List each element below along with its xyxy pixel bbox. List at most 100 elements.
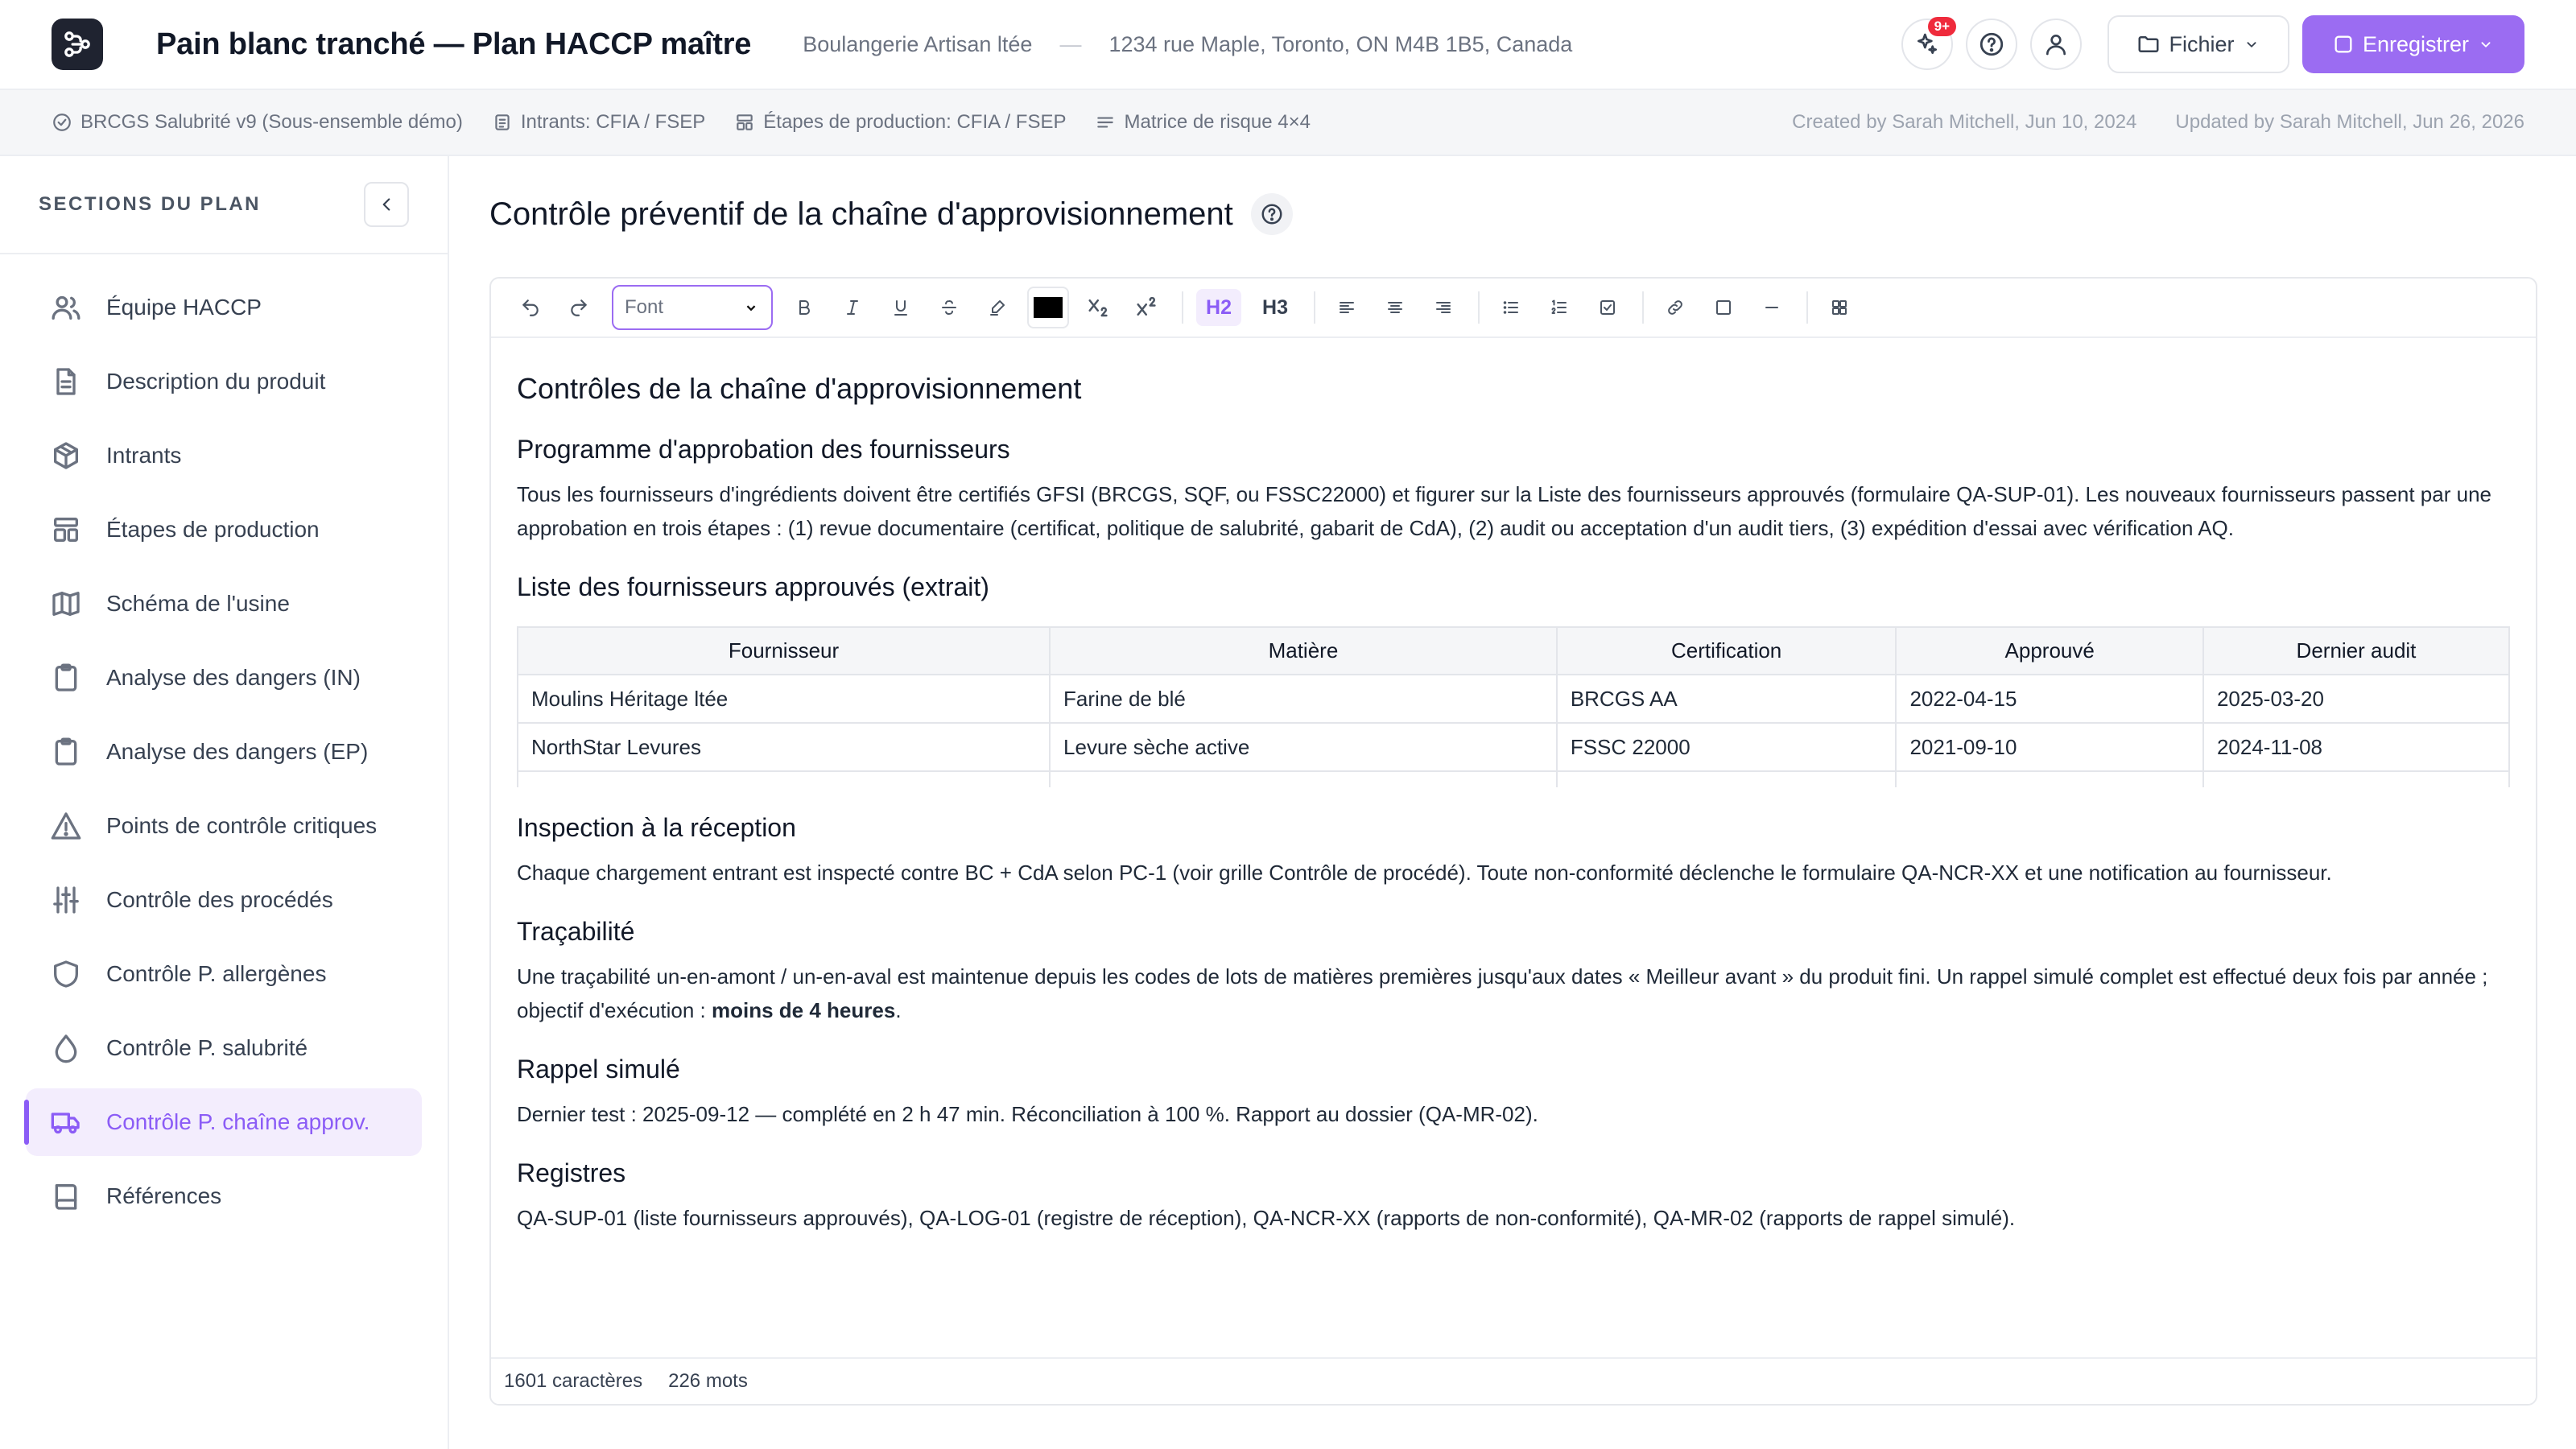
- sidebar-item-controle-procedes[interactable]: Contrôle des procédés: [26, 866, 422, 934]
- align-center-button[interactable]: [1377, 289, 1414, 326]
- toolbar-divider: [1314, 291, 1315, 324]
- doc-subheading-supplier-approval: Programme d'approbation des fournisseurs: [517, 435, 1010, 464]
- sidebar-item-analyse-dangers-in[interactable]: Analyse des dangers (IN): [26, 644, 422, 712]
- box-button[interactable]: [1705, 289, 1742, 326]
- italic-button[interactable]: [834, 289, 871, 326]
- meta-inputs-label: Intrants: CFIA / FSEP: [520, 111, 706, 133]
- bullet-list-button[interactable]: [1492, 289, 1530, 326]
- horizontal-rule-button[interactable]: [1753, 289, 1790, 326]
- traceability-target: moins de 4 heures: [712, 998, 896, 1022]
- bold-icon: [799, 300, 810, 315]
- app-header: Pain blanc tranché — Plan HACCP maître B…: [0, 0, 2576, 90]
- updated-info: Updated by Sarah Mitchell, Jun 26, 2026: [2175, 111, 2524, 133]
- table-cell: FSSC 22000: [1556, 723, 1897, 772]
- section-title: Contrôle préventif de la chaîne d'approv…: [489, 196, 1233, 232]
- package-icon: [54, 442, 79, 469]
- sidebar-item-label: Analyse des dangers (IN): [106, 665, 361, 690]
- link-icon: [1668, 300, 1682, 315]
- editor-content[interactable]: Contrôles de la chaîne d'approvisionneme…: [491, 338, 2536, 1235]
- numbered-list-button[interactable]: [1541, 289, 1578, 326]
- highlight-button[interactable]: [979, 289, 1016, 326]
- insert-table-button[interactable]: [1821, 289, 1858, 326]
- meta-inputs[interactable]: Intrants: CFIA / FSEP: [492, 111, 705, 134]
- sliders-icon: [53, 886, 79, 914]
- meta-production-steps[interactable]: Étapes de production: CFIA / FSEP: [734, 111, 1066, 134]
- sidebar-item-label: Références: [106, 1183, 222, 1208]
- ai-sparkle-button[interactable]: 9+: [1901, 17, 1956, 70]
- editor-status-bar: 1601 caractères 226 mots: [491, 1357, 2536, 1404]
- table-row: [518, 771, 2508, 787]
- collapse-sidebar-button[interactable]: [364, 182, 409, 227]
- strikethrough-button[interactable]: [931, 289, 968, 326]
- redo-button[interactable]: [560, 289, 597, 326]
- heading-2-button[interactable]: H2: [1196, 289, 1241, 326]
- color-swatch: [1034, 297, 1063, 318]
- table-header-row: Fournisseur Matière Certification Approu…: [518, 628, 2508, 675]
- text-color-picker[interactable]: [1027, 287, 1069, 328]
- align-right-button[interactable]: [1425, 289, 1462, 326]
- user-profile-button[interactable]: [2030, 19, 2082, 70]
- link-button[interactable]: [1657, 289, 1694, 326]
- table-cell: BRCGS AA: [1556, 675, 1897, 724]
- sidebar-item-analyse-dangers-ep[interactable]: Analyse des dangers (EP): [26, 718, 422, 786]
- sidebar-item-controle-chaine-approv[interactable]: Contrôle P. chaîne approv.: [24, 1088, 422, 1156]
- chevron-down-icon: [2247, 42, 2256, 47]
- table-header-cell: Certification: [1556, 628, 1897, 675]
- subscript-button[interactable]: [1080, 289, 1117, 326]
- section-help-button[interactable]: [1250, 193, 1293, 235]
- header-separator: —: [1059, 31, 1082, 56]
- file-menu-label: Fichier: [2169, 31, 2235, 56]
- sidebar-item-label: Schéma de l'usine: [106, 591, 290, 616]
- align-left-button[interactable]: [1328, 289, 1365, 326]
- sidebar-item-label: Étapes de production: [106, 517, 320, 542]
- save-button[interactable]: Enregistrer: [2302, 15, 2524, 73]
- underline-button[interactable]: [882, 289, 919, 326]
- align-right-icon: [1436, 302, 1451, 313]
- plan-title: Pain blanc tranché — Plan HACCP maître: [156, 27, 752, 61]
- table-cell: [1050, 771, 1558, 787]
- editor-toolbar: Font H2 H3: [491, 279, 2536, 338]
- grid-icon: [1832, 300, 1847, 315]
- sidebar-item-points-controle-critiques[interactable]: Points de contrôle critiques: [26, 792, 422, 860]
- sidebar-item-references[interactable]: Références: [26, 1162, 422, 1230]
- doc-subheading-receiving-inspection: Inspection à la réception: [517, 813, 796, 842]
- undo-button[interactable]: [512, 289, 549, 326]
- sidebar-item-controle-allergenes[interactable]: Contrôle P. allergènes: [26, 940, 422, 1008]
- table-cell: 2024-11-08: [2202, 723, 2508, 772]
- help-button[interactable]: [1966, 19, 2017, 70]
- subscript-icon: [1088, 299, 1108, 317]
- doc-subheading-mock-recall: Rappel simulé: [517, 1055, 680, 1084]
- checklist-button[interactable]: [1589, 289, 1626, 326]
- folder-icon: [2138, 36, 2159, 52]
- table-cell: Moulins Héritage ltée: [518, 675, 1051, 724]
- app-logo-icon[interactable]: [52, 19, 103, 70]
- user-icon: [2046, 35, 2066, 56]
- square-icon: [1716, 300, 1731, 315]
- sidebar-item-label: Contrôle des procédés: [106, 887, 333, 912]
- sidebar-item-equipe-haccp[interactable]: Équipe HACCP: [26, 274, 422, 341]
- sidebar-item-description-produit[interactable]: Description du produit: [26, 348, 422, 415]
- heading-3-button[interactable]: H3: [1253, 289, 1298, 326]
- chevron-down-icon: [2481, 42, 2491, 47]
- users-icon: [52, 295, 80, 320]
- file-menu-button[interactable]: Fichier: [2107, 15, 2289, 73]
- sidebar-item-intrants[interactable]: Intrants: [26, 422, 422, 489]
- meta-audit-info: Created by Sarah Mitchell, Jun 10, 2024 …: [1792, 111, 2524, 134]
- table-cell: 2021-09-10: [1896, 723, 2204, 772]
- sidebar-item-schema-usine[interactable]: Schéma de l'usine: [26, 570, 422, 638]
- meta-standard[interactable]: BRCGS Salubrité v9 (Sous-ensemble démo): [52, 111, 463, 134]
- superscript-button[interactable]: [1129, 289, 1166, 326]
- bold-button[interactable]: [786, 289, 823, 326]
- doc-paragraph-receiving-inspection: Chaque chargement entrant est inspecté c…: [517, 861, 2332, 885]
- sidebar-header: SECTIONS DU PLAN: [0, 156, 448, 254]
- font-select[interactable]: Font: [612, 285, 773, 330]
- meta-risk-matrix[interactable]: Matrice de risque 4×4: [1095, 111, 1311, 134]
- table-cell: 2025-03-20: [2202, 675, 2508, 724]
- align-center-icon: [1388, 302, 1402, 313]
- sidebar-item-etapes-production[interactable]: Étapes de production: [26, 496, 422, 564]
- sidebar-item-controle-salubrite[interactable]: Contrôle P. salubrité: [26, 1014, 422, 1082]
- redo-icon: [571, 299, 587, 316]
- strikethrough-icon: [942, 300, 956, 315]
- supplier-table-container[interactable]: Fournisseur Matière Certification Approu…: [517, 626, 2510, 787]
- table-cell: [518, 771, 1051, 787]
